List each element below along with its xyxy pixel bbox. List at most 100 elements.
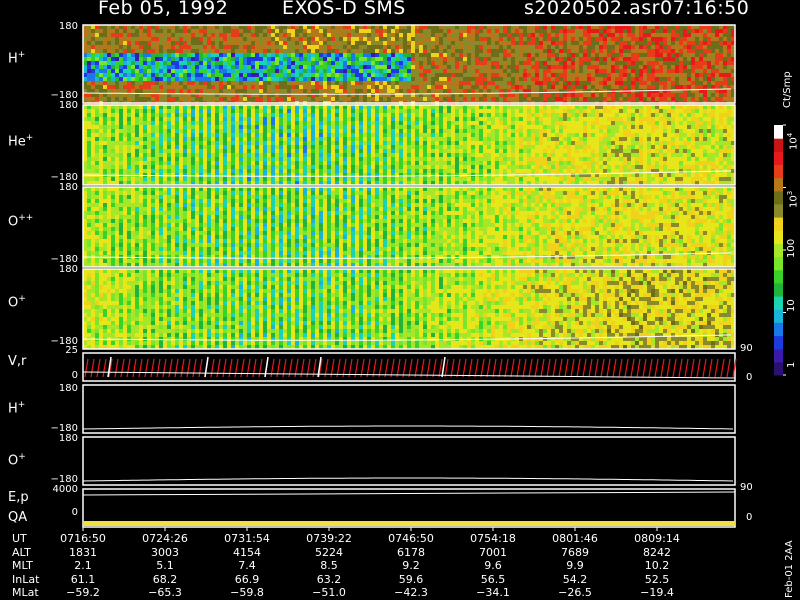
- spec-cell: [175, 125, 179, 129]
- spec-cell: [215, 49, 219, 53]
- spec-cell: [179, 109, 183, 113]
- spec-cell: [203, 45, 207, 49]
- spec-cell: [347, 157, 351, 161]
- spec-cell: [279, 29, 283, 33]
- spec-cell: [283, 129, 287, 133]
- spec-cell: [483, 57, 487, 61]
- spec-cell: [423, 113, 427, 117]
- spec-cell: [563, 53, 567, 57]
- spec-cell: [263, 121, 267, 125]
- spec-cell: [119, 33, 123, 37]
- spec-cell: [651, 53, 655, 57]
- spec-cell: [263, 33, 267, 37]
- spec-cell: [187, 113, 191, 117]
- spec-cell: [627, 29, 631, 33]
- spec-cell: [551, 49, 555, 53]
- spec-cell: [615, 69, 619, 73]
- spec-cell: [235, 33, 239, 37]
- spec-cell: [139, 117, 143, 121]
- spec-cell: [695, 37, 699, 41]
- spec-cell: [127, 113, 131, 117]
- spec-cell: [671, 41, 675, 45]
- spec-cell: [247, 65, 251, 69]
- spec-cell: [607, 97, 611, 101]
- spec-cell: [111, 129, 115, 133]
- spec-cell: [691, 57, 695, 61]
- spec-cell: [347, 133, 351, 137]
- spec-cell: [387, 65, 391, 69]
- spec-cell: [103, 113, 107, 117]
- spec-cell: [367, 177, 371, 181]
- spec-cell: [351, 145, 355, 149]
- spec-cell: [191, 61, 195, 65]
- spec-cell: [267, 89, 271, 93]
- spec-cell: [635, 57, 639, 61]
- spec-cell: [287, 165, 291, 169]
- spec-cell: [131, 117, 135, 121]
- spec-cell: [203, 65, 207, 69]
- spec-cell: [207, 73, 211, 77]
- spec-cell: [443, 33, 447, 37]
- spec-cell: [539, 57, 543, 61]
- spec-cell: [95, 73, 99, 77]
- spec-cell: [427, 57, 431, 61]
- spec-cell: [531, 85, 535, 89]
- spec-cell: [147, 161, 151, 165]
- spec-cell: [455, 61, 459, 65]
- spec-cell: [339, 177, 343, 181]
- spec-cell: [491, 37, 495, 41]
- spec-cell: [603, 37, 607, 41]
- spec-cell: [379, 145, 383, 149]
- spec-cell: [303, 149, 307, 153]
- spec-cell: [451, 97, 455, 101]
- spec-cell: [171, 161, 175, 165]
- spec-cell: [439, 53, 443, 57]
- spec-cell: [479, 97, 483, 101]
- spec-cell: [543, 69, 547, 73]
- spec-cell: [575, 37, 579, 41]
- spec-cell: [107, 113, 111, 117]
- spec-cell: [87, 133, 91, 137]
- spec-cell: [159, 113, 163, 117]
- spec-cell: [139, 45, 143, 49]
- spec-cell: [531, 37, 535, 41]
- spec-cell: [247, 49, 251, 53]
- spec-cell: [379, 161, 383, 165]
- spec-cell: [271, 113, 275, 117]
- spec-cell: [591, 45, 595, 49]
- spec-cell: [299, 121, 303, 125]
- spec-cell: [371, 169, 375, 173]
- spec-cell: [231, 53, 235, 57]
- spec-cell: [231, 57, 235, 61]
- spec-cell: [263, 57, 267, 61]
- spec-cell: [415, 161, 419, 165]
- spec-cell: [99, 61, 103, 65]
- spec-cell: [159, 133, 163, 137]
- spec-cell: [727, 65, 731, 69]
- spec-cell: [315, 125, 319, 129]
- spec-cell: [199, 109, 203, 113]
- spec-cell: [171, 65, 175, 69]
- spec-cell: [291, 57, 295, 61]
- spec-cell: [239, 161, 243, 165]
- spec-cell: [679, 41, 683, 45]
- spec-cell: [287, 45, 291, 49]
- spec-cell: [611, 77, 615, 81]
- spec-cell: [87, 81, 91, 85]
- spec-cell: [339, 169, 343, 173]
- spec-cell: [131, 69, 135, 73]
- spec-cell: [247, 89, 251, 93]
- spec-cell: [727, 61, 731, 65]
- spec-cell: [727, 81, 731, 85]
- spec-cell: [371, 61, 375, 65]
- spec-cell: [123, 161, 127, 165]
- spec-cell: [383, 161, 387, 165]
- spec-cell: [395, 133, 399, 137]
- spec-cell: [135, 69, 139, 73]
- spec-cell: [135, 165, 139, 169]
- spec-cell: [487, 81, 491, 85]
- spec-cell: [87, 97, 91, 101]
- spec-cell: [415, 157, 419, 161]
- spec-cell: [379, 33, 383, 37]
- spec-cell: [339, 45, 343, 49]
